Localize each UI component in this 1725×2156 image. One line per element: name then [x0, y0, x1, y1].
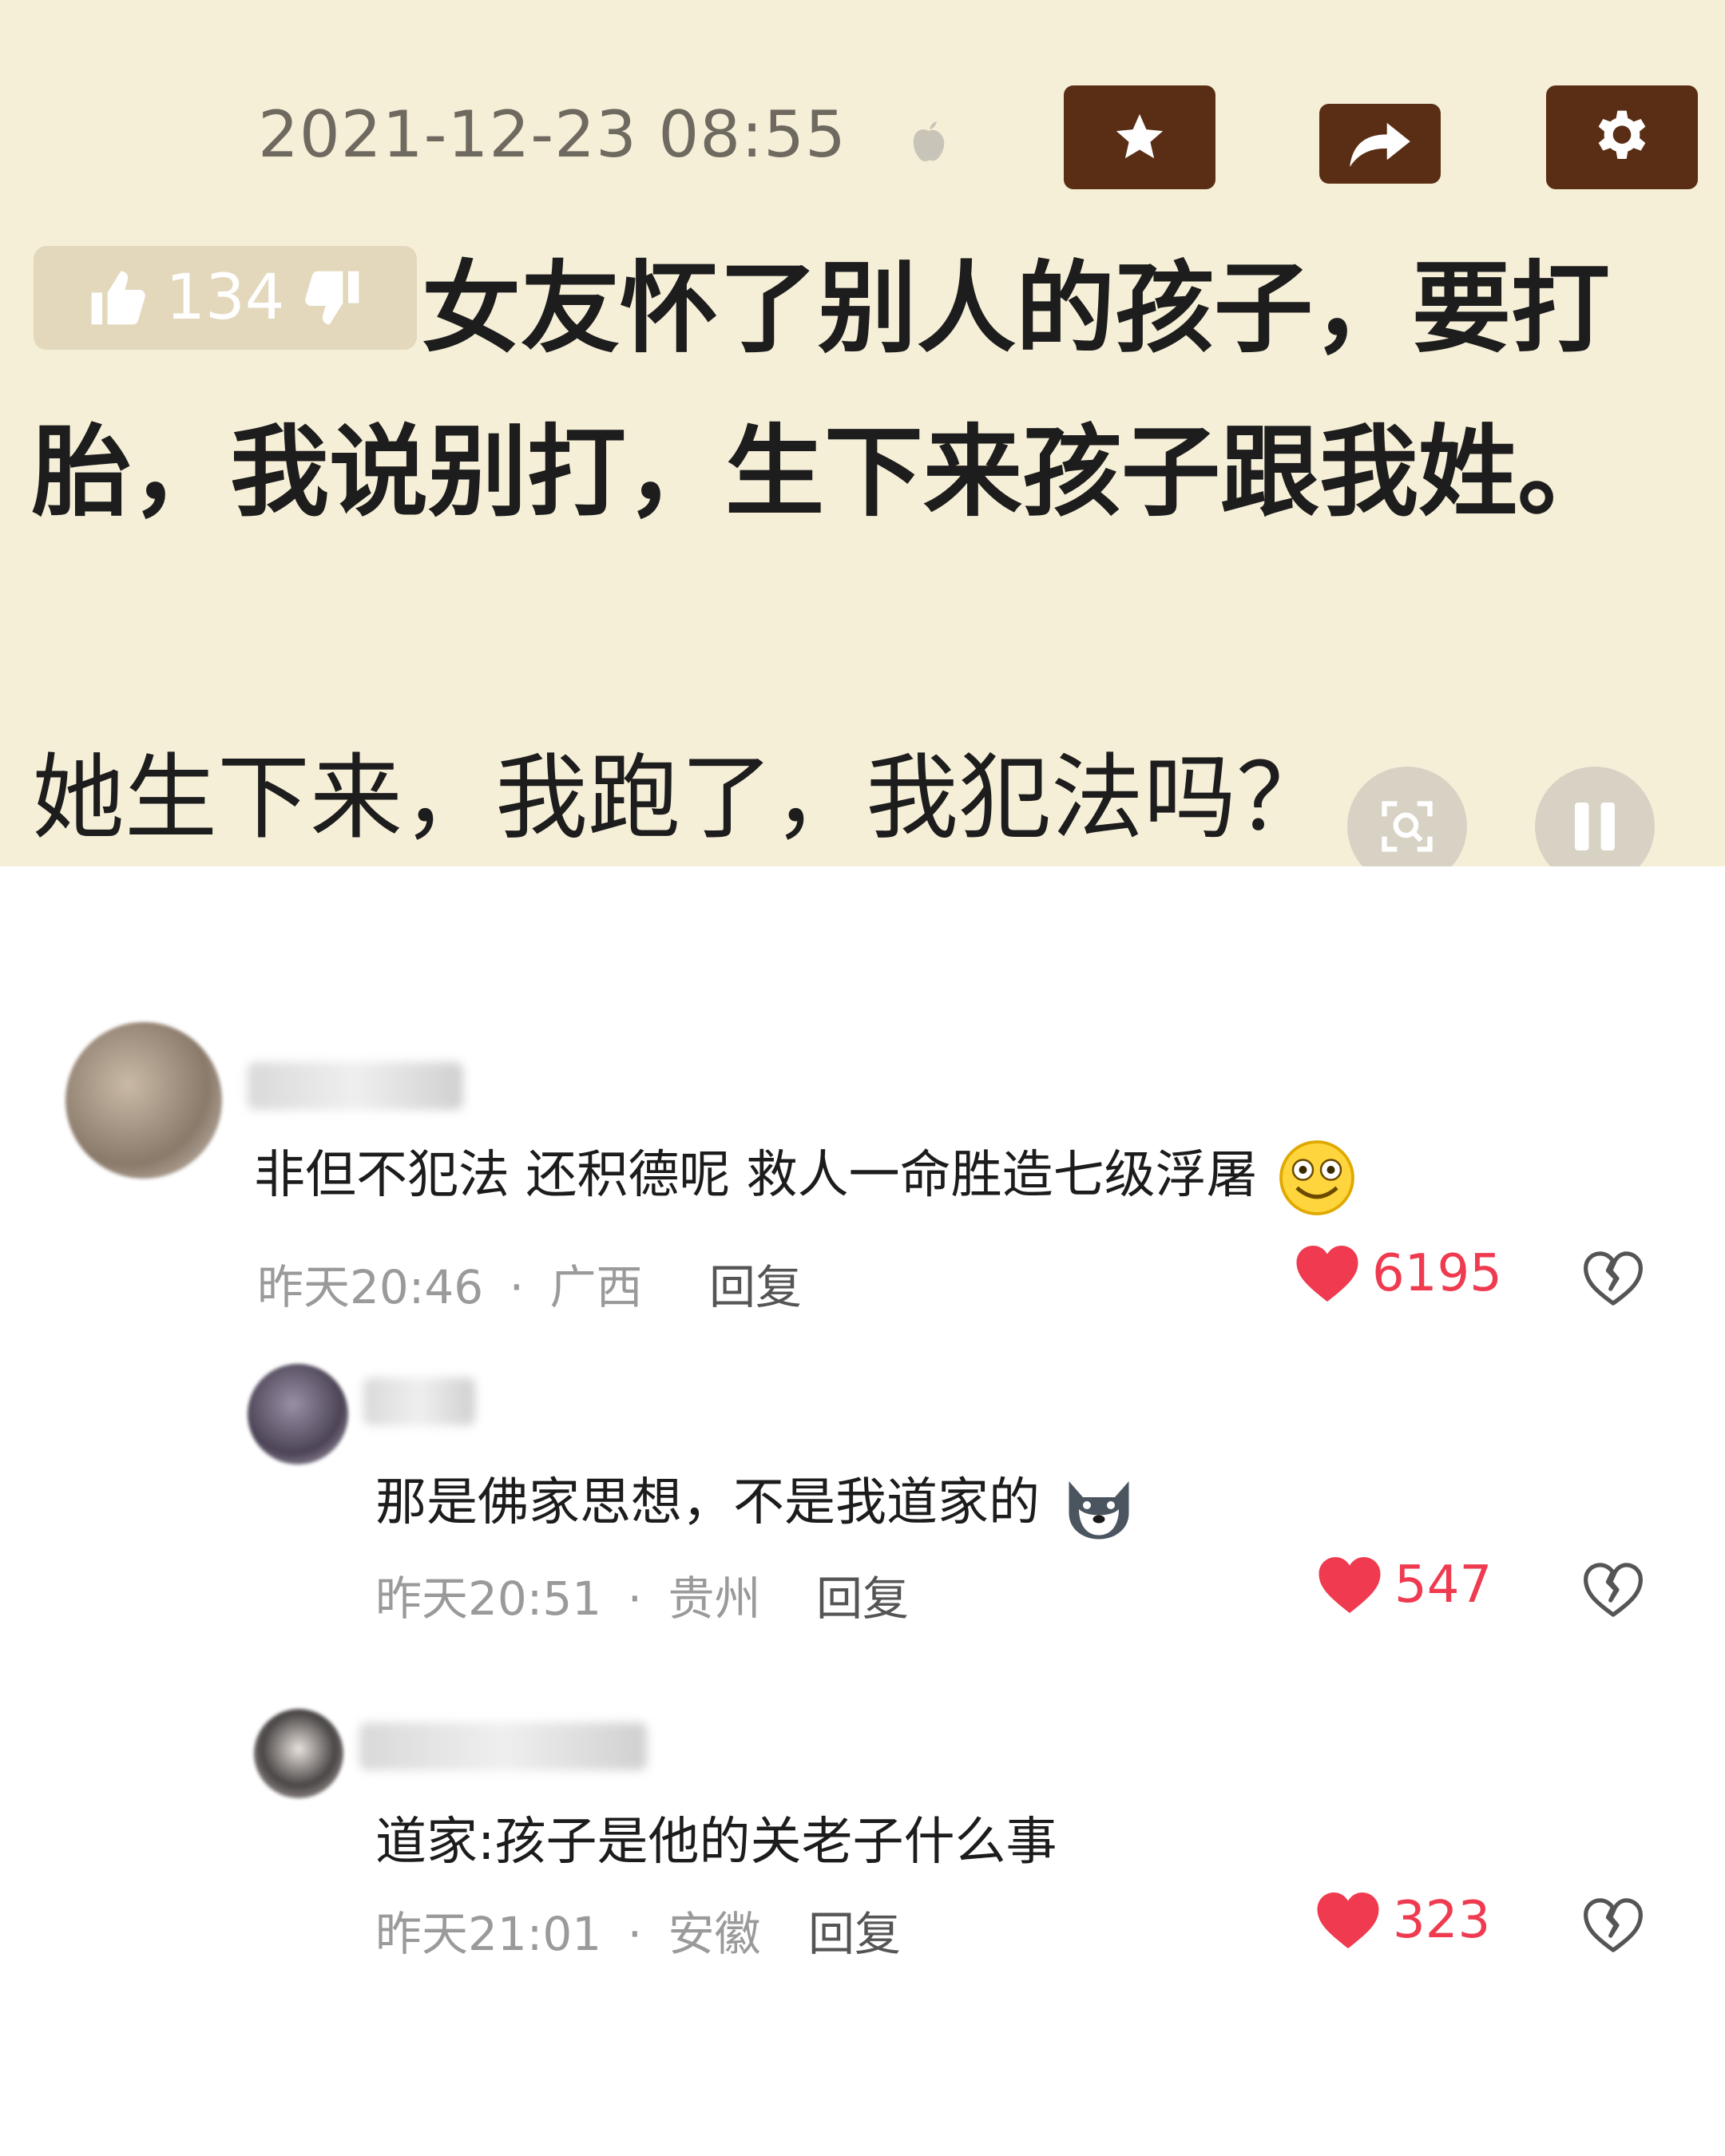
broken-heart-icon[interactable]	[1581, 1896, 1645, 1954]
avatar[interactable]	[248, 1364, 348, 1464]
settings-button[interactable]	[1546, 85, 1698, 189]
smiley-emoji-icon	[1279, 1140, 1354, 1216]
avatar[interactable]	[254, 1709, 343, 1798]
like-button[interactable]: 547	[1316, 1554, 1492, 1616]
comment-text: 非但不犯法 还积德呢 救人一命胜造七级浮屠	[254, 1134, 1357, 1218]
broken-heart-icon[interactable]	[1581, 1561, 1645, 1619]
broken-heart-icon[interactable]	[1581, 1250, 1645, 1307]
username-blurred[interactable]	[359, 1722, 647, 1770]
reply-button[interactable]: 回复	[808, 1896, 901, 1964]
comment-text: 那是佛家思想，不是我道家的	[375, 1461, 1139, 1545]
star-button[interactable]	[1064, 85, 1215, 189]
like-count: 323	[1393, 1891, 1491, 1950]
comment-meta: 昨天20:46 · 广西	[257, 1260, 643, 1314]
gear-icon	[1598, 110, 1646, 159]
username-blurred[interactable]	[248, 1062, 463, 1110]
star-icon	[1116, 113, 1164, 159]
vote-box[interactable]: 134	[34, 246, 417, 350]
post-question: 她生下来，我跑了，我犯法吗？	[32, 744, 1329, 852]
post-card: 2021-12-23 08:55 女友怀了别人的孩子，要打胎，我说别打，生下来孩…	[0, 0, 1725, 866]
like-count: 547	[1394, 1556, 1493, 1615]
thumbs-down-icon[interactable]	[300, 266, 364, 330]
reply-button[interactable]: 回复	[816, 1561, 909, 1628]
comment-meta: 昨天20:51 · 贵州	[375, 1571, 761, 1626]
thumbs-up-icon[interactable]	[86, 266, 150, 330]
avatar[interactable]	[65, 1022, 222, 1179]
share-icon	[1350, 122, 1410, 168]
heart-icon	[1317, 1892, 1379, 1948]
heart-icon	[1319, 1557, 1381, 1613]
reply-button[interactable]: 回复	[709, 1250, 802, 1317]
comment-item: 那是佛家思想，不是我道家的 昨天20:51 · 贵州 回复 547	[0, 1349, 1725, 1637]
scan-search-icon	[1382, 801, 1433, 852]
comment-item: 非但不犯法 还积德呢 救人一命胜造七级浮屠 昨天20:46 · 广西 回复 61…	[0, 1006, 1725, 1326]
vote-count: 134	[165, 262, 285, 334]
post-timestamp: 2021-12-23 08:55	[258, 97, 847, 172]
comment-meta: 昨天21:01 · 安徽	[375, 1907, 761, 1961]
username-blurred[interactable]	[363, 1377, 475, 1425]
pause-button[interactable]	[1535, 767, 1655, 866]
pause-icon	[1575, 803, 1615, 850]
comment-item: 道家:孩子是他的关老子什么事 昨天21:01 · 安徽 回复 323	[0, 1689, 1725, 1976]
like-count: 6195	[1372, 1244, 1502, 1303]
comment-text: 道家:孩子是他的关老子什么事	[375, 1813, 1057, 1872]
husky-emoji-icon	[1069, 1481, 1129, 1540]
like-button[interactable]: 323	[1315, 1889, 1490, 1952]
heart-icon	[1296, 1246, 1358, 1302]
apple-icon	[913, 121, 945, 162]
like-button[interactable]: 6195	[1294, 1242, 1502, 1305]
share-button[interactable]	[1319, 104, 1441, 184]
image-search-button[interactable]	[1347, 767, 1467, 866]
